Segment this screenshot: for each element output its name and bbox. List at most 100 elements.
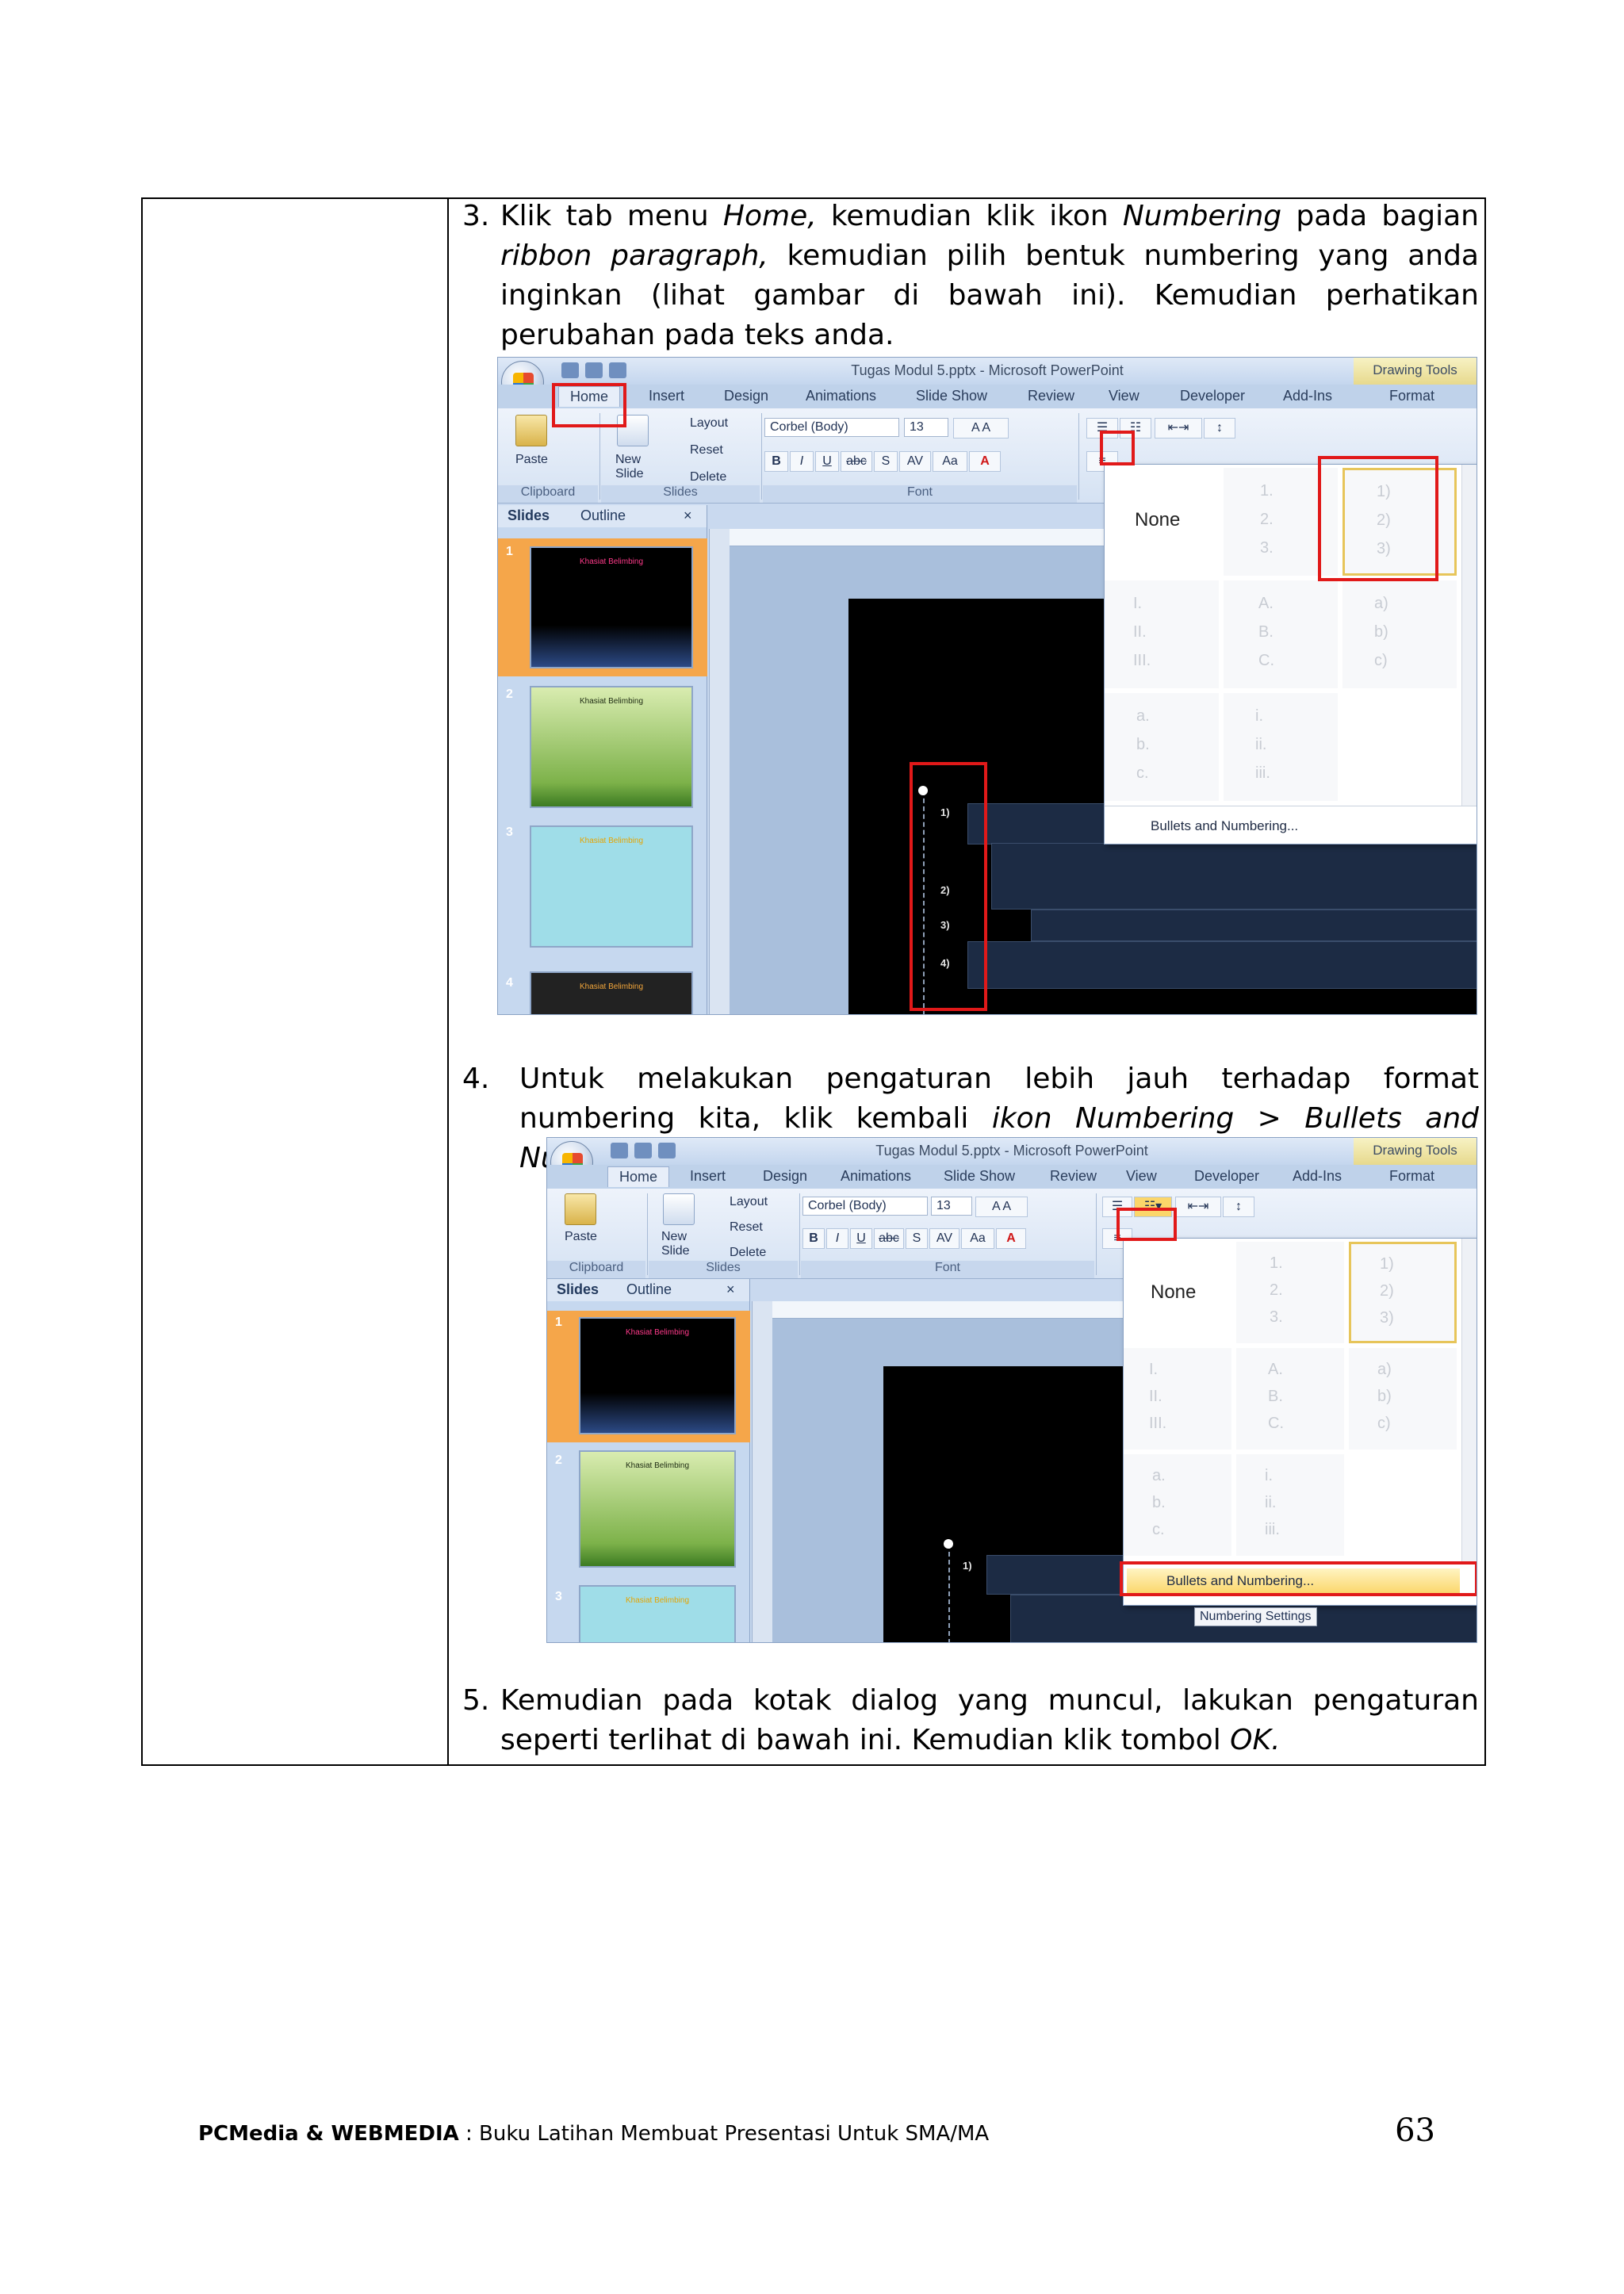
font-name-box[interactable]: Corbel (Body) — [802, 1197, 928, 1216]
tab-review[interactable]: Review — [1050, 1168, 1097, 1185]
strikethrough-button[interactable]: abc — [841, 451, 872, 472]
tab-animations[interactable]: Animations — [806, 388, 876, 404]
undo-icon[interactable] — [634, 1143, 652, 1158]
new-slide-icon[interactable] — [663, 1193, 695, 1225]
gallery-scrollbar[interactable] — [1461, 465, 1477, 806]
numbering-style-roman-lower[interactable]: i. ii. iii. — [1224, 693, 1338, 801]
line-spacing-icon[interactable]: ↕ — [1204, 418, 1235, 439]
font-grow-shrink-icon[interactable]: A A — [953, 418, 1009, 439]
close-pane-icon[interactable]: × — [720, 1281, 741, 1298]
numbering-style-roman-upper[interactable]: I. II. III. — [1105, 580, 1219, 688]
tab-outline[interactable]: Outline — [574, 507, 632, 524]
italic-button[interactable]: I — [826, 1228, 848, 1249]
new-slide-button[interactable]: New Slide — [615, 453, 663, 481]
tab-animations[interactable]: Animations — [841, 1168, 911, 1185]
bold-button[interactable]: B — [802, 1228, 825, 1249]
slide-thumbnail-3[interactable]: Khasiat Belimbing — [530, 825, 693, 948]
save-icon[interactable] — [561, 362, 579, 378]
tab-insert[interactable]: Insert — [649, 388, 684, 404]
slide-thumbnail-2[interactable]: Khasiat Belimbing — [530, 686, 693, 808]
underline-button[interactable]: U — [850, 1228, 872, 1249]
layout-button[interactable]: Layout — [690, 416, 728, 431]
numbering-style-alpha-lower[interactable]: a. b. c. — [1105, 693, 1219, 801]
paste-button[interactable]: Paste — [565, 1230, 597, 1244]
bold-button[interactable]: B — [764, 451, 788, 472]
slide-thumbnail-1[interactable]: Khasiat Belimbing — [530, 546, 693, 668]
tab-home[interactable]: Home — [607, 1166, 670, 1187]
gallery-scrollbar[interactable] — [1461, 1239, 1477, 1564]
new-slide-button[interactable]: New Slide — [661, 1230, 709, 1258]
character-spacing-button[interactable]: AV — [929, 1228, 959, 1249]
font-size-box[interactable]: 13 — [904, 418, 948, 437]
bullets-and-numbering-item[interactable]: Bullets and Numbering... — [1111, 815, 1460, 837]
underline-button[interactable]: U — [815, 451, 839, 472]
paste-button[interactable]: Paste — [515, 453, 548, 467]
slide-thumbnail-3[interactable]: Khasiat Belimbing — [579, 1585, 736, 1642]
character-spacing-button[interactable]: AV — [899, 451, 931, 472]
slide-thumbnail-4[interactable]: Khasiat Belimbing — [530, 971, 693, 1014]
redo-icon[interactable] — [609, 362, 626, 378]
numbering-none[interactable]: None — [1105, 465, 1219, 576]
tab-insert[interactable]: Insert — [690, 1168, 726, 1185]
step-number: 4. — [462, 1063, 490, 1095]
numbering-style-alpha-upper[interactable]: A. B. C. — [1236, 1348, 1344, 1450]
ribbon-tabs: Home Insert Design Animations Slide Show… — [498, 385, 1477, 408]
numbering-style-alpha-upper[interactable]: A. B. C. — [1224, 580, 1338, 688]
numbering-style-roman-lower[interactable]: i. ii. iii. — [1236, 1454, 1344, 1556]
tab-add-ins[interactable]: Add-Ins — [1283, 388, 1332, 404]
tab-review[interactable]: Review — [1028, 388, 1074, 404]
numbering-style-alpha-paren[interactable]: a) b) c) — [1349, 1348, 1457, 1450]
italic-button[interactable]: I — [790, 451, 814, 472]
line-spacing-icon[interactable]: ↕ — [1223, 1197, 1254, 1217]
layout-button[interactable]: Layout — [730, 1195, 768, 1209]
numbering-style-alpha-paren[interactable]: a) b) c) — [1342, 580, 1457, 688]
tab-developer[interactable]: Developer — [1180, 388, 1245, 404]
tab-format[interactable]: Format — [1389, 388, 1434, 404]
shadow-button[interactable]: S — [874, 451, 898, 472]
strikethrough-button[interactable]: abc — [874, 1228, 904, 1249]
thumb-title: Khasiat Belimbing — [579, 557, 644, 566]
tab-view[interactable]: View — [1126, 1168, 1157, 1185]
font-grow-shrink-icon[interactable]: A A — [975, 1197, 1028, 1217]
undo-icon[interactable] — [585, 362, 603, 378]
numbering-style-1-dot[interactable]: 1. 2. 3. — [1236, 1242, 1344, 1343]
indent-icon[interactable]: ⇤⇥ — [1155, 418, 1202, 439]
tab-add-ins[interactable]: Add-Ins — [1293, 1168, 1342, 1185]
font-color-icon[interactable]: A — [969, 451, 1001, 472]
tab-design[interactable]: Design — [724, 388, 768, 404]
save-icon[interactable] — [611, 1143, 628, 1158]
numbering-style-alpha-lower[interactable]: a. b. c. — [1124, 1454, 1231, 1556]
paste-icon[interactable] — [565, 1193, 596, 1225]
tab-slides[interactable]: Slides — [550, 1281, 605, 1298]
redo-icon[interactable] — [658, 1143, 676, 1158]
tab-slides[interactable]: Slides — [501, 507, 556, 524]
font-size-box[interactable]: 13 — [931, 1197, 972, 1216]
font-color-icon[interactable]: A — [996, 1228, 1026, 1249]
slide-thumbnail-2[interactable]: Khasiat Belimbing — [579, 1450, 736, 1568]
tab-view[interactable]: View — [1109, 388, 1139, 404]
footer-title: : Buku Latihan Membuat Presentasi Untuk … — [458, 2122, 990, 2146]
shadow-button[interactable]: S — [906, 1228, 928, 1249]
font-name-box[interactable]: Corbel (Body) — [764, 418, 899, 437]
indent-icon[interactable]: ⇤⇥ — [1175, 1197, 1221, 1217]
numbering-style-1-paren[interactable]: 1) 2) 3) — [1349, 1242, 1457, 1343]
numbering-style-roman-upper[interactable]: I. II. III. — [1124, 1348, 1231, 1450]
tab-slide-show[interactable]: Slide Show — [916, 388, 987, 404]
tab-design[interactable]: Design — [763, 1168, 807, 1185]
paste-icon[interactable] — [515, 415, 547, 446]
change-case-button[interactable]: Aa — [933, 451, 967, 472]
tab-slide-show[interactable]: Slide Show — [944, 1168, 1015, 1185]
close-pane-icon[interactable]: × — [677, 507, 699, 524]
tab-outline[interactable]: Outline — [620, 1281, 678, 1298]
delete-button[interactable]: Delete — [730, 1246, 766, 1260]
numbering-none[interactable]: None — [1124, 1239, 1231, 1343]
reset-button[interactable]: Reset — [730, 1220, 763, 1235]
tab-developer[interactable]: Developer — [1194, 1168, 1259, 1185]
resize-handle[interactable] — [944, 1539, 953, 1549]
change-case-button[interactable]: Aa — [961, 1228, 994, 1249]
reset-button[interactable]: Reset — [690, 443, 723, 458]
slide-thumbnail-1[interactable]: Khasiat Belimbing — [579, 1317, 736, 1434]
window-title: Tugas Modul 5.pptx - Microsoft PowerPoin… — [875, 1143, 1148, 1158]
delete-button[interactable]: Delete — [690, 470, 726, 484]
tab-format[interactable]: Format — [1389, 1168, 1434, 1185]
